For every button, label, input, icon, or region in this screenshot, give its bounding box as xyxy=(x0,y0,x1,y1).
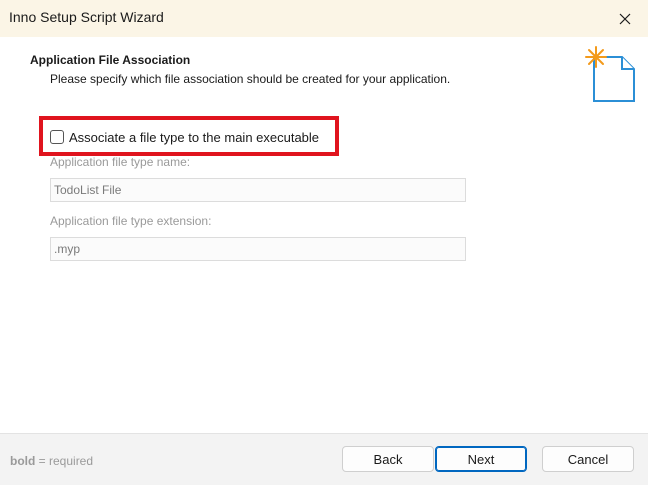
associate-file-type-label[interactable]: Associate a file type to the main execut… xyxy=(69,130,319,145)
associate-file-type-checkbox[interactable] xyxy=(50,130,64,144)
file-type-extension-input: .myp xyxy=(50,237,466,261)
new-document-sparkle-icon xyxy=(585,46,635,102)
title-bar: Inno Setup Script Wizard xyxy=(0,0,648,37)
close-button[interactable] xyxy=(602,0,648,37)
required-legend: bold = required xyxy=(10,454,93,468)
close-icon xyxy=(619,13,631,24)
page-subtitle: Please specify which file association sh… xyxy=(50,72,451,86)
wizard-footer: bold = required Back Next Cancel xyxy=(0,434,648,485)
legend-text: = required xyxy=(35,454,94,468)
file-type-name-input: TodoList File xyxy=(50,178,466,202)
file-type-extension-value: .myp xyxy=(54,242,81,256)
page-title: Application File Association xyxy=(30,53,191,67)
back-button[interactable]: Back xyxy=(342,446,434,472)
file-type-name-value: TodoList File xyxy=(54,183,122,197)
next-button[interactable]: Next xyxy=(435,446,527,472)
file-type-name-label: Application file type name: xyxy=(50,155,191,169)
legend-bold-text: bold xyxy=(10,454,36,468)
wizard-header: Application File Association Please spec… xyxy=(0,37,648,106)
cancel-button[interactable]: Cancel xyxy=(542,446,634,472)
file-type-extension-label: Application file type extension: xyxy=(50,214,212,228)
window-title: Inno Setup Script Wizard xyxy=(9,9,164,25)
associate-file-type-checkbox-row[interactable]: Associate a file type to the main execut… xyxy=(50,129,319,145)
